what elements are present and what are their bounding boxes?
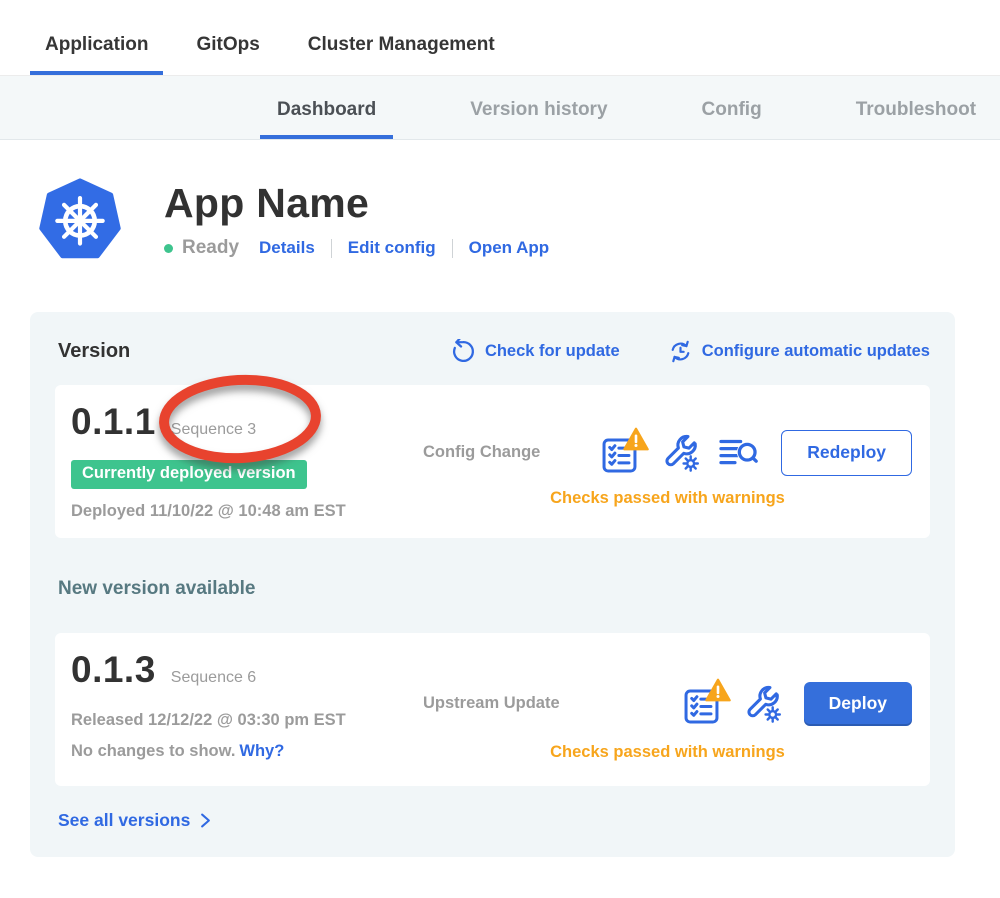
config-wrench-gear-icon[interactable] — [742, 683, 784, 725]
available-version-number: 0.1.3 — [71, 649, 156, 691]
divider — [331, 239, 332, 258]
schedule-update-icon — [668, 339, 693, 364]
app-header: App Name Ready Details Edit config Open … — [38, 178, 1000, 262]
see-all-versions-link[interactable]: See all versions — [58, 810, 930, 831]
current-version-info: 0.1.1 Sequence 3 Currently deployed vers… — [71, 401, 423, 522]
edit-config-link[interactable]: Edit config — [348, 238, 436, 258]
current-version-number: 0.1.1 — [71, 401, 156, 443]
diff-view-icon[interactable] — [717, 435, 761, 471]
topnav-tab-gitops[interactable]: GitOps — [181, 10, 274, 75]
current-version-card: 0.1.1 Sequence 3 Currently deployed vers… — [55, 385, 930, 538]
topnav-tab-cluster-management[interactable]: Cluster Management — [293, 10, 510, 75]
subnav-tab-dashboard[interactable]: Dashboard — [260, 81, 393, 139]
preflight-checks-icon-button[interactable] — [681, 680, 727, 727]
current-version-actions: Config Change — [423, 401, 912, 522]
see-all-versions-label: See all versions — [58, 810, 190, 831]
checks-status-text: Checks passed with warnings — [423, 489, 912, 508]
refresh-icon — [451, 339, 476, 364]
version-source-label: Config Change — [423, 443, 540, 462]
no-changes-text: No changes to show. — [71, 742, 235, 760]
app-title: App Name — [164, 180, 549, 227]
released-timestamp: Released 12/12/22 @ 03:30 pm EST — [71, 711, 423, 730]
divider — [452, 239, 453, 258]
chevron-right-icon — [198, 812, 213, 829]
configure-automatic-updates-label: Configure automatic updates — [702, 342, 930, 361]
available-version-actions: Upstream Update — [423, 649, 912, 770]
status-ready-dot — [164, 244, 173, 253]
available-version-info: 0.1.3 Sequence 6 Released 12/12/22 @ 03:… — [71, 649, 423, 770]
available-version-sequence: Sequence 6 — [171, 669, 256, 687]
subnav-tab-troubleshoot[interactable]: Troubleshoot — [839, 81, 993, 139]
warning-triangle-icon — [623, 427, 649, 451]
subnav-tab-config[interactable]: Config — [685, 81, 779, 139]
currently-deployed-badge: Currently deployed version — [71, 460, 307, 489]
config-wrench-gear-icon[interactable] — [660, 432, 702, 474]
top-nav: Application GitOps Cluster Management — [0, 0, 1000, 75]
changes-note: No changes to show.Why? — [71, 742, 423, 761]
version-panel: Version Check for update — [30, 312, 955, 857]
warning-triangle-icon — [705, 678, 731, 702]
why-link[interactable]: Why? — [239, 742, 284, 760]
app-subnav: Dashboard Version history Config Trouble… — [0, 75, 1000, 140]
preflight-checks-icon-button[interactable] — [599, 429, 645, 476]
check-for-update-label: Check for update — [485, 342, 620, 361]
open-app-link[interactable]: Open App — [469, 238, 550, 258]
deploy-button[interactable]: Deploy — [804, 682, 912, 726]
new-version-available-heading: New version available — [58, 578, 930, 600]
details-link[interactable]: Details — [259, 238, 315, 258]
version-panel-title: Version — [58, 340, 130, 363]
check-for-update-link[interactable]: Check for update — [451, 339, 620, 364]
app-status-row: Ready Details Edit config Open App — [164, 237, 549, 259]
status-label: Ready — [182, 237, 239, 259]
checks-status-text: Checks passed with warnings — [423, 743, 912, 762]
version-source-label: Upstream Update — [423, 694, 560, 713]
dashboard-main: App Name Ready Details Edit config Open … — [0, 178, 1000, 857]
version-panel-actions: Check for update Configure automatic upd… — [451, 339, 930, 364]
topnav-tab-application[interactable]: Application — [30, 10, 163, 75]
available-version-card: 0.1.3 Sequence 6 Released 12/12/22 @ 03:… — [55, 633, 930, 786]
current-version-sequence: Sequence 3 — [171, 421, 256, 439]
subnav-tab-version-history[interactable]: Version history — [453, 81, 624, 139]
redeploy-button[interactable]: Redeploy — [781, 430, 912, 476]
version-action-icons — [599, 429, 761, 476]
kubernetes-logo-icon — [38, 178, 122, 262]
version-panel-header: Version Check for update — [55, 339, 930, 364]
deployed-timestamp: Deployed 11/10/22 @ 10:48 am EST — [71, 502, 423, 521]
configure-automatic-updates-link[interactable]: Configure automatic updates — [668, 339, 930, 364]
version-action-icons — [681, 680, 784, 727]
